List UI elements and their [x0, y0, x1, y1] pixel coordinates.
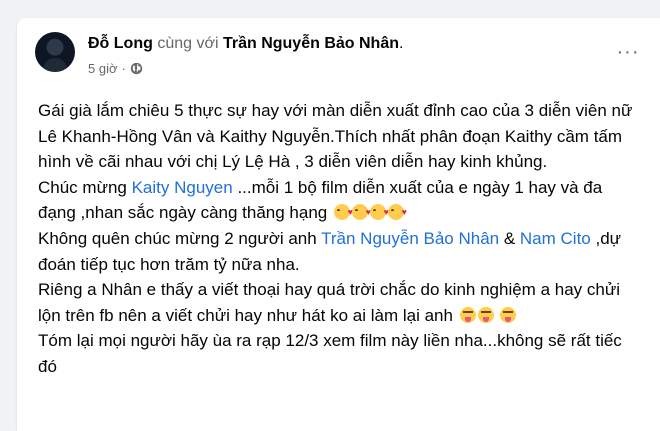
paragraph-5: Tóm lại mọi người hãy ùa ra rạp 12/3 xem…: [38, 331, 622, 376]
p3-text-mid: &: [499, 228, 520, 248]
kissing-heart-emoji-icon: [351, 200, 371, 226]
p2-text-pre: Chúc mừng: [38, 177, 132, 197]
mention-nam-cito[interactable]: Nam Cito: [520, 229, 591, 248]
post-header: Đỗ Long cùng với Trần Nguyễn Bảo Nhân.: [88, 35, 403, 53]
tongue-emoji-icon: [500, 306, 517, 323]
paragraph-1: Gái già lắm chiêu 5 thực sự hay với màn …: [38, 101, 633, 172]
post-content: Gái già lắm chiêu 5 thực sự hay với màn …: [38, 98, 638, 380]
kissing-heart-emoji-icon: [369, 200, 389, 226]
tagged-person[interactable]: Trần Nguyễn Bảo Nhân: [223, 35, 399, 52]
tongue-emoji-icon: [477, 306, 494, 323]
kissing-heart-emoji-icon: [333, 200, 353, 226]
post-meta: 5 giờ ·: [88, 61, 143, 76]
globe-icon[interactable]: [130, 62, 143, 75]
with-text: cùng với: [157, 35, 219, 52]
p4-text: Riêng a Nhân e thấy a viết thoại hay quá…: [38, 280, 620, 325]
meta-separator: ·: [121, 61, 126, 76]
tongue-emoji-icon: [459, 306, 476, 323]
mention-kaity-nguyen[interactable]: Kaity Nguyen: [132, 178, 233, 197]
kissing-heart-emoji-icon: [387, 200, 407, 226]
paragraph-3: Không quên chúc mừng 2 người anh Trần Ng…: [38, 226, 638, 277]
author-name[interactable]: Đỗ Long: [88, 35, 153, 52]
paragraph-4: Riêng a Nhân e thấy a viết thoại hay quá…: [38, 277, 638, 328]
author-avatar[interactable]: [35, 32, 75, 72]
post-time[interactable]: 5 giờ: [88, 61, 118, 76]
paragraph-2: Chúc mừng Kaity Nguyen ...mỗi 1 bộ film …: [38, 175, 638, 226]
mention-tran-nguyen-bao-nhan[interactable]: Trần Nguyễn Bảo Nhân: [321, 229, 499, 248]
p3-text-pre: Không quên chúc mừng 2 người anh: [38, 228, 322, 248]
post-card: Đỗ Long cùng với Trần Nguyễn Bảo Nhân. 5…: [17, 18, 660, 431]
tagged-suffix: .: [399, 35, 404, 52]
more-options-icon[interactable]: ···: [616, 40, 640, 64]
